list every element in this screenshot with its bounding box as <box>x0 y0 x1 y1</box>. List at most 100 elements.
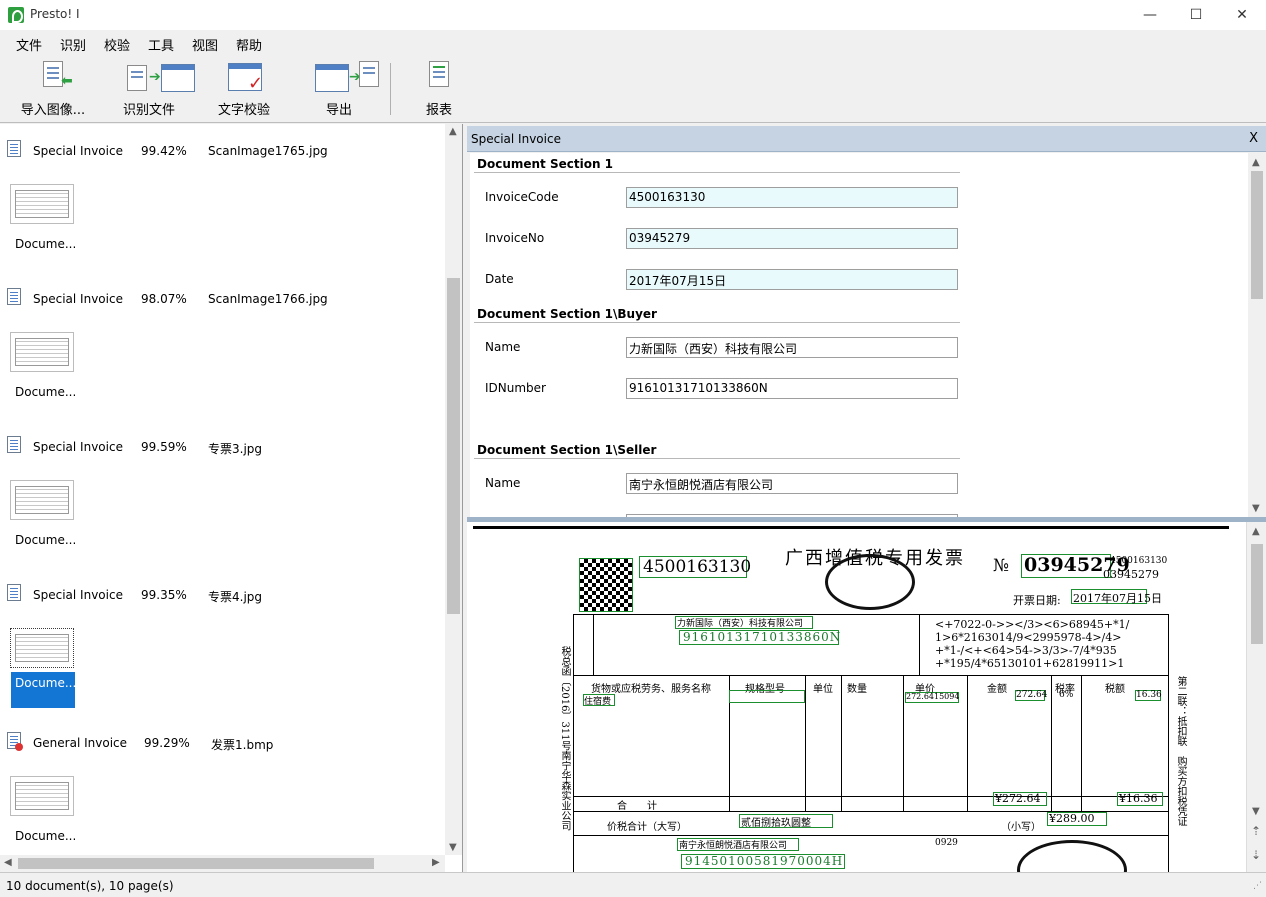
text-verify-button[interactable]: ✓ 文字校验 <box>212 61 276 121</box>
resize-grip-icon[interactable]: ⋰ <box>1253 881 1262 891</box>
list-item[interactable]: General Invoice 99.29% 发票1.bmp Docume... <box>0 716 445 864</box>
buyer-name-field[interactable]: 力新国际（西安）科技有限公司 <box>626 337 958 358</box>
text-verify-icon: ✓ <box>218 61 270 95</box>
section-divider <box>474 322 960 323</box>
field-label: Date <box>485 272 514 286</box>
page-up-icon[interactable]: ⇡ <box>1251 824 1261 838</box>
doc-thumbnail[interactable] <box>10 628 74 668</box>
menu-verify[interactable]: 校验 <box>104 35 130 54</box>
scroll-up-icon[interactable]: ▲ <box>1252 526 1260 537</box>
text-verify-label: 文字校验 <box>217 103 270 118</box>
invoice-doc-icon <box>7 436 21 453</box>
image-vertical-scrollbar[interactable]: ▲ ▼ ⇡ ⇣ <box>1246 522 1266 872</box>
scroll-down-icon[interactable]: ▼ <box>449 842 457 853</box>
section-divider <box>474 172 960 173</box>
scroll-thumb[interactable] <box>18 858 374 869</box>
item-text: 住宿费 <box>584 697 612 707</box>
list-item[interactable]: Special Invoice 99.59% 专票3.jpg Docume... <box>0 420 445 568</box>
remark-code-text: 0929 <box>935 838 958 848</box>
form-close-button[interactable]: X <box>1249 131 1258 146</box>
doc-label[interactable]: Docume... <box>11 826 75 848</box>
invoice-code-field[interactable]: 4500163130 <box>626 187 958 208</box>
doc-type: Special Invoice <box>33 588 123 602</box>
field-label: InvoiceCode <box>485 190 559 204</box>
doc-label[interactable]: Docume... <box>11 234 75 256</box>
detail-pane: Special Invoice X Document Section 1 Inv… <box>467 124 1266 872</box>
doc-filename: 专票4.jpg <box>208 590 263 604</box>
form-vertical-scrollbar[interactable]: ▲ ▼ <box>1248 153 1266 517</box>
list-vertical-scrollbar[interactable]: ▲ ▼ <box>445 124 462 855</box>
menu-file[interactable]: 文件 <box>16 35 42 54</box>
grand-total-text: ¥289.00 <box>1049 812 1095 825</box>
menu-help[interactable]: 帮助 <box>236 35 262 54</box>
form-title: Special Invoice <box>471 132 561 146</box>
list-item-selected[interactable]: Special Invoice 99.35% 专票4.jpg Docume... <box>0 568 445 716</box>
menu-recognize[interactable]: 识别 <box>60 35 86 54</box>
import-image-icon: ⬅ <box>27 61 79 95</box>
import-image-button[interactable]: ⬅ 导入图像... <box>18 61 88 121</box>
scroll-down-icon[interactable]: ▼ <box>1252 806 1260 817</box>
doc-thumbnail[interactable] <box>10 480 74 520</box>
doc-confidence: 99.42% <box>141 144 187 158</box>
total-tax-text: ¥16.36 <box>1119 792 1158 805</box>
doc-thumbnail[interactable] <box>10 184 74 224</box>
list-item[interactable]: Special Invoice 99.42% ScanImage1765.jpg… <box>0 124 445 272</box>
import-image-label: 导入图像... <box>20 103 86 118</box>
page-down-icon[interactable]: ⇣ <box>1251 848 1261 862</box>
minimize-button[interactable]: — <box>1127 0 1173 30</box>
table-line <box>1051 676 1052 812</box>
export-button[interactable]: ➔ 导出 <box>302 61 379 121</box>
menu-view[interactable]: 视图 <box>192 35 218 54</box>
section-title: Document Section 1\Buyer <box>477 307 657 321</box>
doc-label[interactable]: Docume... <box>11 672 75 708</box>
doc-label[interactable]: Docume... <box>11 382 75 404</box>
table-line <box>919 614 920 676</box>
side-right-text: 第二联：抵扣联 购买方扣税凭证 <box>1175 676 1186 826</box>
list-item[interactable]: Special Invoice 98.07% ScanImage1766.jpg… <box>0 272 445 420</box>
header-qty: 数量 <box>847 684 867 695</box>
scroll-thumb[interactable] <box>447 278 460 614</box>
table-line <box>593 614 594 676</box>
section-title: Document Section 1 <box>477 157 614 171</box>
doc-type: Special Invoice <box>33 292 123 306</box>
qr-code-icon <box>579 558 633 612</box>
buyer-id-field[interactable]: 91610131710133860N <box>626 378 958 399</box>
recognize-file-button[interactable]: ➔ 识别文件 <box>112 61 195 121</box>
seller-name-field[interactable]: 南宁永恒朗悦酒店有限公司 <box>626 473 958 494</box>
scroll-down-icon[interactable]: ▼ <box>1252 503 1260 514</box>
report-button[interactable]: 报表 <box>414 61 464 121</box>
maximize-button[interactable]: ☐ <box>1173 0 1219 30</box>
invoice-no-field[interactable]: 03945279 <box>626 228 958 249</box>
doc-thumbnail[interactable] <box>10 332 74 372</box>
items-block <box>573 676 1169 812</box>
doc-confidence: 98.07% <box>141 292 187 306</box>
menu-tools[interactable]: 工具 <box>148 35 174 54</box>
list-horizontal-scrollbar[interactable]: ◀ ▶ <box>0 855 445 872</box>
invoice-code-text: 4500163130 <box>643 557 752 577</box>
doc-type: General Invoice <box>33 736 128 750</box>
status-text: 10 document(s), 10 page(s) <box>6 879 174 893</box>
scroll-up-icon[interactable]: ▲ <box>449 126 457 137</box>
close-button[interactable]: ✕ <box>1219 0 1265 30</box>
side-left-text: 税总函〔2016〕311号南宁华森实业公司 <box>559 646 570 831</box>
date-field[interactable]: 2017年07月15日 <box>626 269 958 290</box>
scroll-left-icon[interactable]: ◀ <box>4 857 12 868</box>
warning-badge-icon <box>15 743 23 751</box>
header-amount: 金额 <box>987 684 1007 695</box>
scroll-thumb[interactable] <box>1251 544 1263 644</box>
invoice-image-view[interactable]: 4500163130 广西增值税专用发票 № 03945279 45001631… <box>467 522 1266 872</box>
doc-thumbnail[interactable] <box>10 776 74 816</box>
doc-label[interactable]: Docume... <box>11 530 75 552</box>
doc-filename: 发票1.bmp <box>211 738 274 752</box>
toolbar-separator <box>390 63 391 115</box>
cipher-line: +*195/4*65130101+62819911>1 <box>935 657 1125 670</box>
scroll-right-icon[interactable]: ▶ <box>432 857 440 868</box>
scroll-thumb[interactable] <box>1251 171 1263 299</box>
header-tax: 税额 <box>1105 684 1125 695</box>
scroll-up-icon[interactable]: ▲ <box>1252 157 1260 168</box>
document-list[interactable]: Special Invoice 99.42% ScanImage1765.jpg… <box>0 124 463 872</box>
recognize-file-icon: ➔ <box>123 61 195 95</box>
invoice-doc-icon <box>7 288 21 305</box>
table-line <box>967 676 968 812</box>
doc-type: Special Invoice <box>33 440 123 454</box>
